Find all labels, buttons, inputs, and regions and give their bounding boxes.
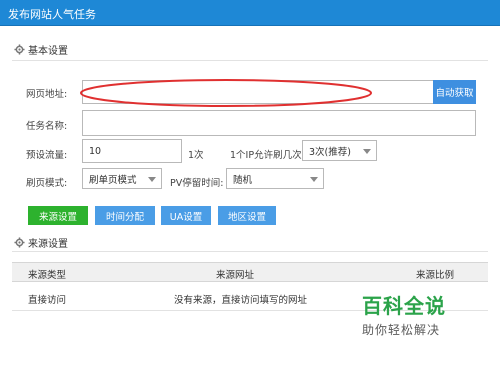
url-label: 网页地址:: [26, 89, 68, 100]
traffic-label: 预设流量:: [26, 150, 68, 161]
column-header-source-ratio: 来源比例: [416, 270, 455, 281]
divider: [12, 251, 488, 252]
task-name-label: 任务名称:: [26, 121, 68, 132]
column-header-source-type: 来源类型: [28, 270, 67, 281]
chevron-down-icon: [148, 176, 156, 182]
title-bar: 发布网站人气任务: [0, 0, 500, 26]
tab-ua-settings[interactable]: UA设置: [161, 206, 211, 225]
mode-select[interactable]: 刷单页模式: [82, 168, 162, 189]
ip-limit-select[interactable]: 3次(推荐): [302, 140, 377, 161]
watermark-brand: 百科全说: [362, 294, 446, 318]
gear-icon: [14, 44, 25, 55]
traffic-input[interactable]: 10: [82, 139, 182, 163]
cell-source-type: 直接访问: [28, 295, 67, 306]
pv-time-select[interactable]: 随机: [226, 168, 324, 189]
basic-settings-header: 基本设置: [14, 42, 68, 57]
mode-value: 刷单页模式: [89, 174, 137, 186]
auto-fetch-button[interactable]: 自动获取: [433, 80, 476, 104]
chevron-down-icon: [363, 148, 371, 154]
ip-limit-label: 1个IP允许刷几次:: [230, 150, 305, 161]
cell-source-url: 没有来源，直接访问填写的网址: [174, 295, 308, 306]
column-header-source-url: 来源网址: [216, 270, 255, 281]
basic-settings-title: 基本设置: [28, 46, 68, 57]
ip-limit-value: 3次(推荐): [309, 146, 351, 158]
tab-source-settings[interactable]: 来源设置: [28, 206, 88, 225]
pv-time-label: PV停留时间:: [170, 178, 224, 189]
task-name-input[interactable]: [82, 110, 476, 136]
source-settings-title: 来源设置: [28, 239, 68, 250]
traffic-unit: 1次: [188, 150, 204, 161]
tab-time-allocation[interactable]: 时间分配: [95, 206, 155, 225]
tab-region-settings[interactable]: 地区设置: [218, 206, 276, 225]
watermark-logo: 百科全说 助你轻松解决: [362, 290, 462, 338]
mode-label: 刷页模式:: [26, 178, 68, 189]
chevron-down-icon: [310, 176, 318, 182]
watermark-subtitle: 助你轻松解决: [362, 323, 441, 337]
window-title: 发布网站人气任务: [8, 8, 96, 21]
table-header: 来源类型 来源网址 来源比例: [12, 262, 488, 282]
pv-time-value: 随机: [233, 174, 253, 186]
gear-icon: [14, 237, 25, 248]
source-settings-header: 来源设置: [14, 235, 68, 250]
red-annotation-ellipse: [80, 79, 372, 107]
divider: [12, 60, 488, 61]
